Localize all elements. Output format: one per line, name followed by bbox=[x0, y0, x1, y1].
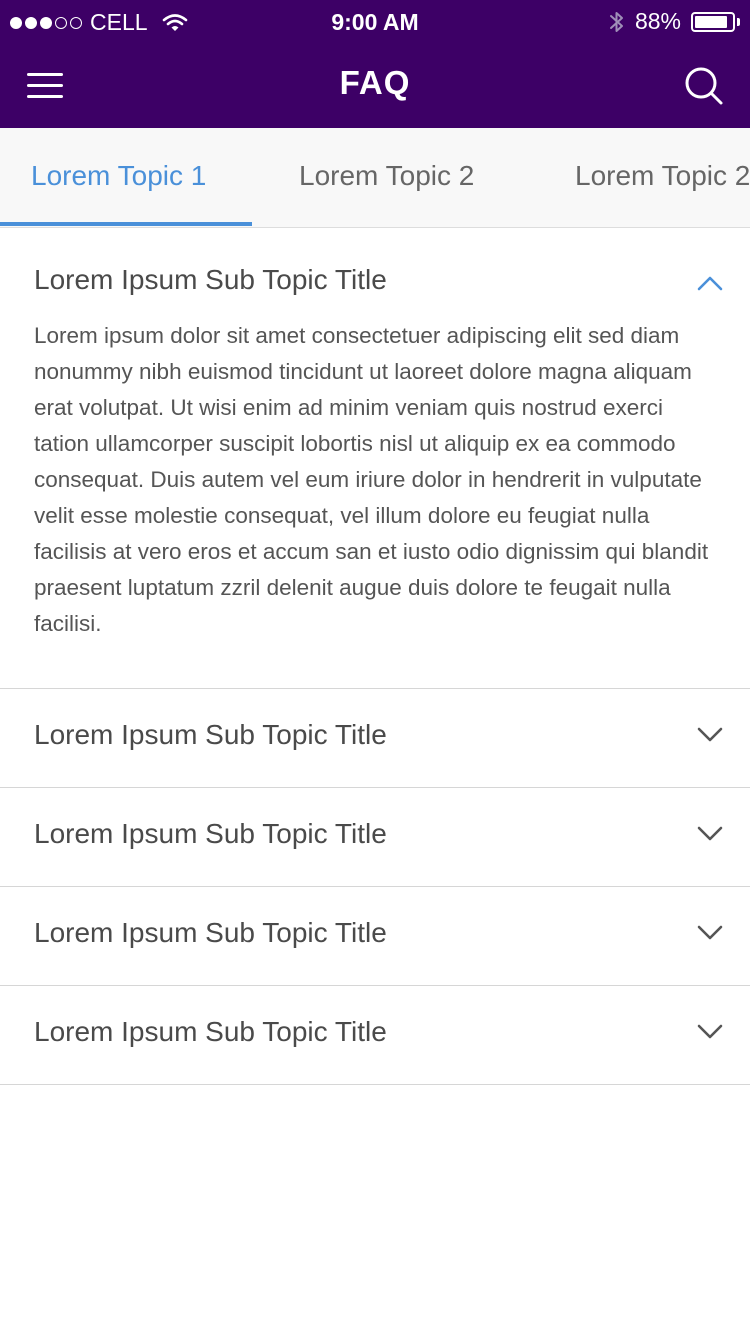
chevron-down-icon bbox=[697, 826, 723, 841]
battery-tip bbox=[737, 17, 740, 26]
tab-topic-2[interactable]: Lorem Topic 2 bbox=[299, 128, 474, 227]
page-title: FAQ bbox=[339, 64, 411, 101]
faq-item: Lorem Ipsum Sub Topic Title bbox=[0, 788, 750, 887]
faq-item: Lorem Ipsum Sub Topic Title Lorem ipsum … bbox=[0, 228, 750, 689]
faq-item: Lorem Ipsum Sub Topic Title bbox=[0, 986, 750, 1085]
faq-item-title: Lorem Ipsum Sub Topic Title bbox=[34, 917, 387, 948]
status-bar: CELL 9:00 AM 88% bbox=[0, 0, 750, 44]
chevron-down-icon bbox=[697, 1024, 723, 1039]
faq-item-title: Lorem Ipsum Sub Topic Title bbox=[34, 719, 387, 750]
faq-item-header[interactable]: Lorem Ipsum Sub Topic Title bbox=[0, 986, 750, 1084]
bluetooth-icon bbox=[609, 11, 623, 32]
status-right: 88% bbox=[609, 8, 740, 35]
active-tab-indicator bbox=[0, 222, 252, 226]
faq-item: Lorem Ipsum Sub Topic Title bbox=[0, 689, 750, 788]
faq-item-header[interactable]: Lorem Ipsum Sub Topic Title bbox=[0, 887, 750, 985]
battery-percent: 88% bbox=[634, 8, 681, 34]
battery-fill bbox=[695, 15, 727, 28]
battery-body bbox=[691, 11, 735, 32]
app-header: CELL 9:00 AM 88% FAQ bbox=[0, 0, 750, 128]
chevron-down-icon bbox=[697, 925, 723, 940]
tab-topic-3[interactable]: Lorem Topic 2 bbox=[575, 128, 750, 227]
faq-item-header[interactable]: Lorem Ipsum Sub Topic Title bbox=[0, 228, 750, 318]
faq-item-body: Lorem ipsum dolor sit amet consectetuer … bbox=[34, 323, 709, 636]
search-icon[interactable] bbox=[682, 64, 726, 108]
tab-topic-1[interactable]: Lorem Topic 1 bbox=[31, 128, 206, 227]
faq-item: Lorem Ipsum Sub Topic Title bbox=[0, 887, 750, 986]
faq-item-title: Lorem Ipsum Sub Topic Title bbox=[34, 818, 387, 849]
faq-item-header[interactable]: Lorem Ipsum Sub Topic Title bbox=[0, 689, 750, 787]
battery-icon bbox=[691, 11, 740, 32]
chevron-down-icon bbox=[697, 727, 723, 742]
faq-item-title: Lorem Ipsum Sub Topic Title bbox=[34, 1016, 387, 1047]
faq-item-header[interactable]: Lorem Ipsum Sub Topic Title bbox=[0, 788, 750, 886]
chevron-up-icon bbox=[697, 276, 723, 291]
faq-item-title: Lorem Ipsum Sub Topic Title bbox=[34, 264, 387, 295]
topic-tabs: Lorem Topic 1 Lorem Topic 2 Lorem Topic … bbox=[0, 128, 750, 228]
faq-accordion: Lorem Ipsum Sub Topic Title Lorem ipsum … bbox=[0, 228, 750, 1085]
nav-bar: FAQ bbox=[0, 44, 750, 128]
